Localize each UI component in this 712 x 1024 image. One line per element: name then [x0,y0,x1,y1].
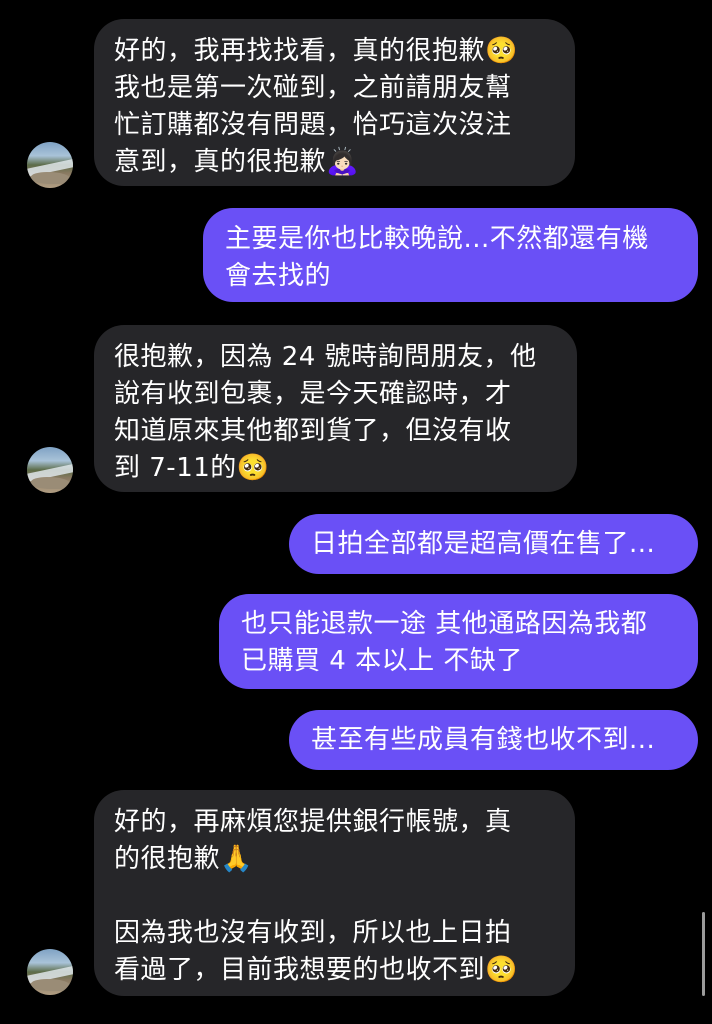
contact-avatar[interactable] [27,142,73,188]
avatar-rock-detail [31,979,71,991]
outgoing-message-bubble[interactable]: 主要是你也比較晚說...不然都還有機 會去找的 [203,208,698,302]
outgoing-message-bubble[interactable]: 日拍全部都是超高價在售了... [289,514,698,574]
contact-avatar[interactable] [27,447,73,493]
scrollbar[interactable] [702,912,705,996]
contact-avatar[interactable] [27,949,73,995]
outgoing-message-bubble[interactable]: 甚至有些成員有錢也收不到... [289,710,698,770]
avatar-rock-detail [31,172,71,184]
avatar-rock-detail [31,477,71,489]
incoming-message-bubble[interactable]: 好的，我再找找看，真的很抱歉🥺 我也是第一次碰到，之前請朋友幫 忙訂購都沒有問題… [94,19,575,186]
incoming-message-bubble[interactable]: 好的，再麻煩您提供銀行帳號，真 的很抱歉🙏 因為我也沒有收到，所以也上日拍 看過… [94,790,575,996]
outgoing-message-bubble[interactable]: 也只能退款一途 其他通路因為我都 已購買 4 本以上 不缺了 [219,594,698,689]
incoming-message-bubble[interactable]: 很抱歉，因為 24 號時詢問朋友，他 說有收到包裹，是今天確認時，才 知道原來其… [94,325,577,492]
